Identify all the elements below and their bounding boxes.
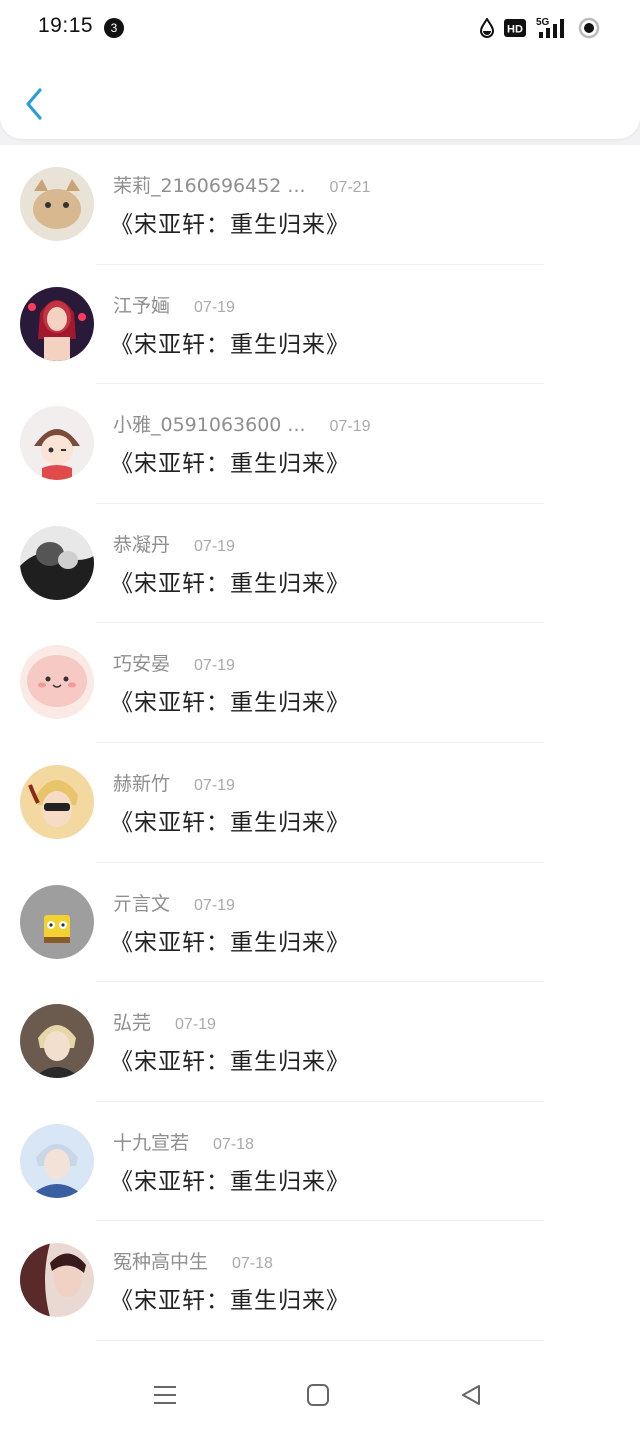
commenter-name[interactable]: 茉莉_2160696452 ... xyxy=(113,175,306,197)
comment-date: 07-19 xyxy=(194,298,235,316)
avatar[interactable] xyxy=(20,525,94,600)
list-item[interactable]: 小雅_0591063600 ... 07-19 《宋亚轩：重生归来》 xyxy=(0,384,640,504)
list-item[interactable]: 茉莉_2160696452 ... 07-21 《宋亚轩：重生归来》 xyxy=(0,145,640,265)
comment-date: 07-19 xyxy=(194,776,235,794)
comment-date: 07-19 xyxy=(194,896,235,914)
divider xyxy=(96,1339,544,1341)
commenter-name[interactable]: 小雅_0591063600 ... xyxy=(113,414,306,436)
book-title[interactable]: 《宋亚轩：重生归来》 xyxy=(110,564,350,598)
notification-count-badge: 3 xyxy=(104,18,124,38)
commenter-line: 冤种高中生 07-18 xyxy=(113,1247,273,1274)
book-title[interactable]: 《宋亚轩：重生归来》 xyxy=(110,803,350,837)
comment-list: 茉莉_2160696452 ... 07-21 《宋亚轩：重生归来》 江予婳 07-… xyxy=(0,145,640,1365)
avatar[interactable] xyxy=(20,406,94,481)
commenter-name[interactable]: 江予婳 xyxy=(113,295,170,317)
nav-back-button[interactable] xyxy=(451,1379,491,1411)
commenter-name[interactable]: 赫新竹 xyxy=(113,773,170,795)
commenter-name[interactable]: 弘芫 xyxy=(113,1012,151,1034)
comment-date: 07-18 xyxy=(232,1255,273,1273)
signal-5g-icon: 5G xyxy=(535,16,569,40)
list-item[interactable]: 十九宣若 07-18 《宋亚轩：重生归来》 xyxy=(0,1102,640,1222)
book-title[interactable]: 《宋亚轩：重生归来》 xyxy=(110,1162,350,1196)
home-button[interactable] xyxy=(298,1379,338,1411)
list-item[interactable]: 赫新竹 07-19 《宋亚轩：重生归来》 xyxy=(0,743,640,863)
comment-date: 07-19 xyxy=(175,1016,216,1034)
commenter-name[interactable]: 亓言文 xyxy=(113,893,170,915)
list-item[interactable]: 弘芫 07-19 《宋亚轩：重生归来》 xyxy=(0,982,640,1102)
commenter-line: 茉莉_2160696452 ... 07-21 xyxy=(113,171,370,198)
commenter-line: 恭凝丹 07-19 xyxy=(113,530,235,557)
list-item[interactable]: 巧安晏 07-19 《宋亚轩：重生归来》 xyxy=(0,623,640,743)
system-nav-bar xyxy=(0,1365,640,1433)
comment-date: 07-18 xyxy=(213,1135,254,1153)
comment-date: 07-19 xyxy=(329,418,371,436)
book-title[interactable]: 《宋亚轩：重生归来》 xyxy=(110,923,350,957)
avatar[interactable] xyxy=(20,286,94,361)
book-title[interactable]: 《宋亚轩：重生归来》 xyxy=(110,205,350,239)
avatar[interactable] xyxy=(20,884,94,959)
commenter-name[interactable]: 冤种高中生 xyxy=(113,1251,208,1273)
comment-date: 07-19 xyxy=(194,657,235,675)
commenter-line: 小雅_0591063600 ... 07-19 xyxy=(113,410,370,437)
book-title[interactable]: 《宋亚轩：重生归来》 xyxy=(110,444,350,478)
network-label: 5G xyxy=(536,17,550,28)
triangle-back-icon xyxy=(462,1385,480,1405)
avatar[interactable] xyxy=(20,645,94,720)
list-item[interactable]: 恭凝丹 07-19 《宋亚轩：重生归来》 xyxy=(0,504,640,624)
list-item[interactable]: 冤种高中生 07-18 《宋亚轩：重生归来》 xyxy=(0,1221,640,1341)
avatar[interactable] xyxy=(20,1243,94,1318)
status-icons: HD 5G xyxy=(479,14,600,42)
commenter-name[interactable]: 恭凝丹 xyxy=(113,534,170,556)
book-title[interactable]: 《宋亚轩：重生归来》 xyxy=(110,1281,350,1315)
commenter-line: 赫新竹 07-19 xyxy=(113,769,235,796)
list-item[interactable]: 亓言文 07-19 《宋亚轩：重生归来》 xyxy=(0,863,640,983)
menu-button[interactable] xyxy=(145,1379,185,1411)
status-time: 19:15 xyxy=(38,14,94,37)
commenter-line: 江予婳 07-19 xyxy=(113,291,235,318)
chevron-left-icon xyxy=(26,88,42,120)
comment-date: 07-21 xyxy=(329,179,371,196)
menu-icon xyxy=(154,1386,176,1404)
avatar[interactable] xyxy=(20,764,94,839)
hd-label: HD xyxy=(507,24,523,36)
commenter-line: 亓言文 07-19 xyxy=(113,889,235,916)
list-item[interactable]: 江予婳 07-19 《宋亚轩：重生归来》 xyxy=(0,265,640,385)
commenter-line: 巧安晏 07-19 xyxy=(113,649,235,676)
book-title[interactable]: 《宋亚轩：重生归来》 xyxy=(110,325,350,359)
commenter-name[interactable]: 巧安晏 xyxy=(113,653,170,675)
commenter-line: 弘芫 07-19 xyxy=(113,1008,216,1035)
battery-ring-icon xyxy=(578,17,600,39)
home-square-icon xyxy=(307,1384,329,1406)
status-bar: 19:15 3 HD 5G xyxy=(0,0,640,56)
avatar[interactable] xyxy=(20,1123,94,1198)
commenter-line: 十九宣若 07-18 xyxy=(113,1128,254,1155)
commenter-name[interactable]: 十九宣若 xyxy=(113,1132,189,1154)
back-button[interactable] xyxy=(20,84,52,124)
avatar[interactable] xyxy=(20,167,94,241)
top-header: 19:15 3 HD 5G xyxy=(0,0,640,139)
book-title[interactable]: 《宋亚轩：重生归来》 xyxy=(110,683,350,717)
water-drop-icon xyxy=(479,18,495,38)
hd-badge-icon: HD xyxy=(504,19,526,37)
avatar[interactable] xyxy=(20,1004,94,1079)
book-title[interactable]: 《宋亚轩：重生归来》 xyxy=(110,1042,350,1076)
comment-date: 07-19 xyxy=(194,537,235,555)
